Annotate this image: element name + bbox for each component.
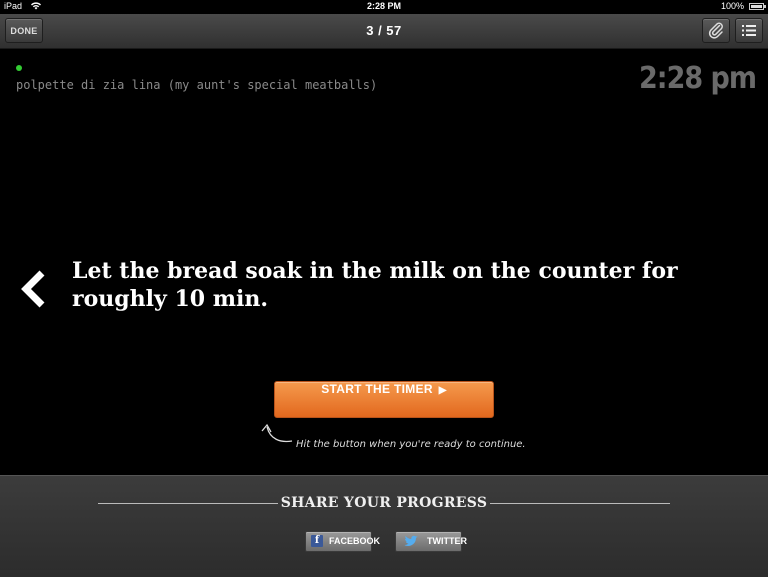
hint-text: Hit the button when you're ready to cont… xyxy=(296,439,526,450)
recipe-name: polpette di zia lina (my aunt's special … xyxy=(16,78,378,92)
divider-right xyxy=(490,503,670,504)
share-footer: SHARE YOUR PROGRESS f FACEBOOK TWITTER xyxy=(0,475,768,577)
chevron-left-icon xyxy=(20,270,50,313)
start-timer-button[interactable]: START THE TIMER ▶ xyxy=(274,381,494,418)
status-time: 2:28 PM xyxy=(366,1,401,11)
recipe-step-view: polpette di zia lina (my aunt's special … xyxy=(0,49,768,475)
curved-arrow-icon xyxy=(258,421,294,445)
facebook-icon: f xyxy=(311,535,323,547)
step-instruction: Let the bread soak in the milk on the co… xyxy=(72,258,678,312)
battery-icon xyxy=(749,3,766,10)
current-time: 2:28 pm xyxy=(639,61,757,96)
previous-step-button[interactable] xyxy=(20,269,50,309)
twitter-share-button[interactable]: TWITTER xyxy=(395,531,467,552)
top-toolbar: DONE 3 / 57 xyxy=(0,14,768,49)
facebook-share-button[interactable]: f FACEBOOK xyxy=(305,531,380,552)
facebook-label: FACEBOOK xyxy=(329,536,381,546)
list-button[interactable] xyxy=(735,18,763,43)
list-icon xyxy=(736,25,762,46)
timer-button-label: START THE TIMER xyxy=(321,382,433,396)
ios-status-bar: iPad 2:28 PM 100% xyxy=(0,0,768,14)
clip-button[interactable] xyxy=(702,18,730,43)
twitter-label: TWITTER xyxy=(427,536,467,546)
page-counter: 3 / 57 xyxy=(366,23,402,38)
status-indicator xyxy=(16,65,22,71)
play-triangle-icon: ▶ xyxy=(438,385,447,396)
paperclip-icon xyxy=(703,22,729,46)
twitter-bird-icon xyxy=(404,535,418,547)
battery-percent: 100% xyxy=(720,1,744,11)
